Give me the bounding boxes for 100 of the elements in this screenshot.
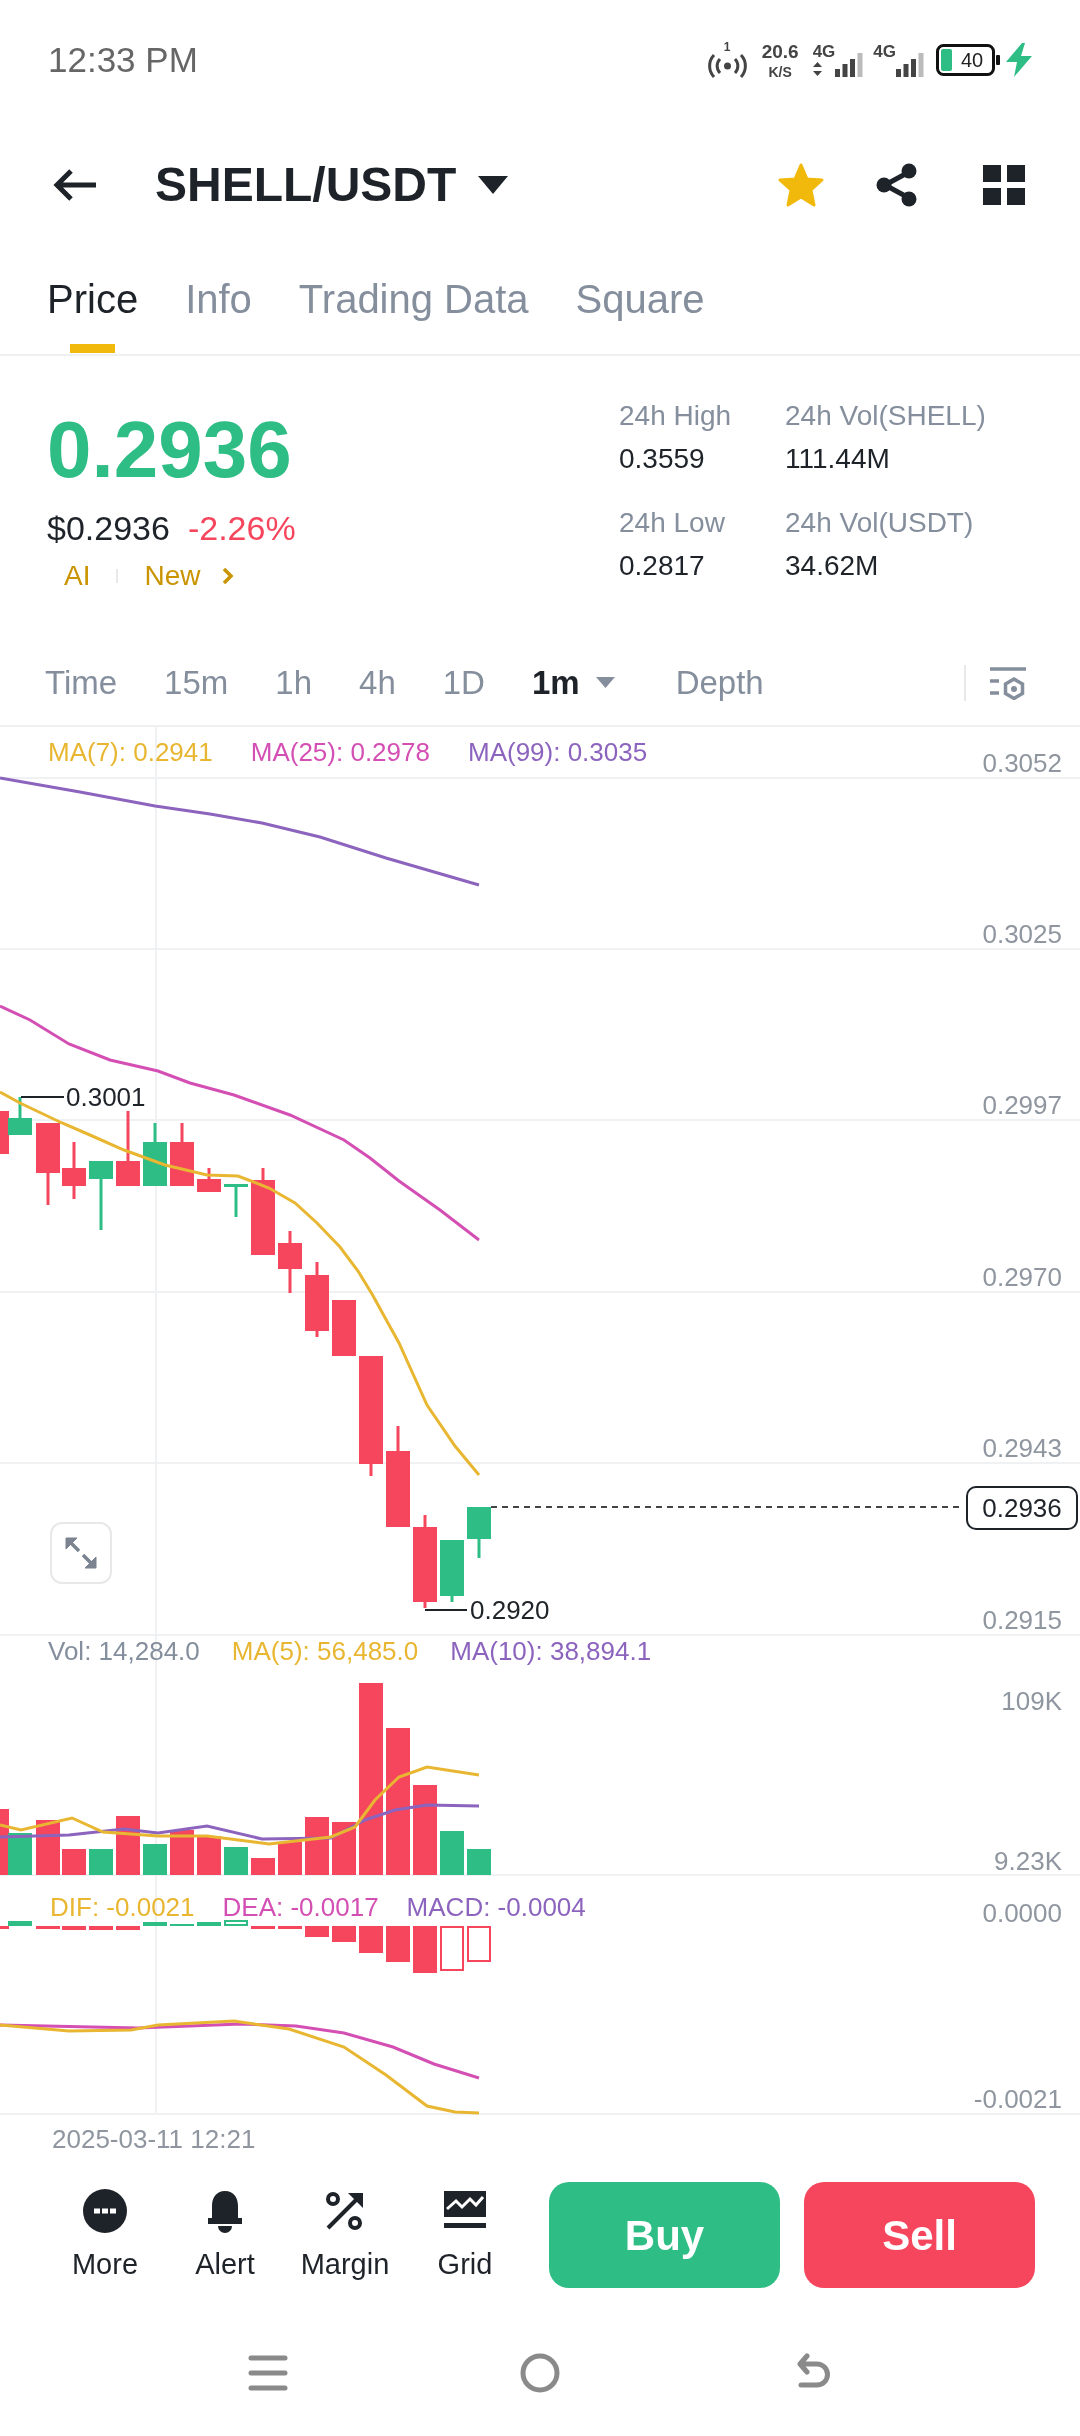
stat-label: 24h Vol(SHELL) <box>785 399 986 433</box>
macd-bar <box>467 1926 491 1962</box>
candlestick <box>467 1507 491 1558</box>
macd-bar <box>386 1926 410 1962</box>
volume-legend: Vol: 14,284.0 <box>48 1635 200 1667</box>
candlestick <box>440 1540 464 1602</box>
stat-label: 24h Vol(USDT) <box>785 506 975 540</box>
grid-button[interactable]: Grid <box>405 2189 525 2281</box>
bell-icon <box>205 2189 245 2233</box>
interval-tab[interactable]: 1D <box>442 662 485 703</box>
star-icon[interactable] <box>778 163 824 207</box>
price-axis-label: 0.3052 <box>982 748 1062 778</box>
charging-bolt-icon <box>1003 43 1033 77</box>
volume-bar <box>440 1831 464 1875</box>
hotspot-count: 1 <box>723 41 731 53</box>
price-change: -2.26% <box>187 508 296 548</box>
signal-icon <box>835 53 864 77</box>
expand-button[interactable] <box>50 1522 112 1584</box>
interval-tab[interactable]: 1m <box>531 662 615 703</box>
menu-icon[interactable] <box>248 2353 288 2393</box>
expand-icon <box>64 1536 98 1570</box>
macd-legend: DIF: -0.0021 <box>50 1891 195 1923</box>
macd-legend: DEA: -0.0017 <box>222 1891 379 1923</box>
volume-legend: MA(10): 38,894.1 <box>450 1635 652 1667</box>
candlestick <box>332 1300 356 1356</box>
tag-link[interactable]: New <box>144 559 201 593</box>
tab[interactable]: Trading Data <box>298 275 529 323</box>
macd-bar <box>413 1926 437 1973</box>
stat-value: 0.2817 <box>619 549 706 583</box>
interval-tab[interactable]: Time <box>45 662 118 703</box>
volume-bar <box>332 1822 356 1875</box>
price-axis-label: 0.2997 <box>982 1090 1062 1120</box>
price-axis-label: 0.3025 <box>982 919 1062 949</box>
pair-selector[interactable]: SHELL/USDT <box>155 157 509 213</box>
grid-chart-icon <box>444 2191 486 2231</box>
price-axis-label: 0.2970 <box>982 1262 1062 1292</box>
percent-arrow-icon <box>324 2190 366 2232</box>
signal-icon <box>896 53 924 77</box>
macd-bar <box>359 1926 383 1953</box>
candlestick <box>197 1168 221 1192</box>
grid-layout-icon[interactable] <box>983 165 1025 205</box>
volume-axis-label: 109K <box>1001 1686 1062 1716</box>
active-tab-underline <box>70 344 116 353</box>
chart-settings-icon[interactable] <box>990 665 1026 700</box>
network-type: 4G <box>812 43 836 60</box>
candlestick <box>224 1184 248 1217</box>
candlestick <box>170 1123 194 1186</box>
macd-bar <box>224 1920 248 1926</box>
candlestick <box>143 1123 167 1186</box>
tag-link[interactable]: AI <box>64 559 91 593</box>
home-icon[interactable] <box>520 2353 560 2393</box>
volume-legend: MA(5): 56,485.0 <box>231 1635 419 1667</box>
caret-down-icon <box>478 176 509 194</box>
volume-bar <box>251 1858 275 1875</box>
chevron-right-icon[interactable] <box>222 567 235 585</box>
candlestick <box>278 1231 302 1293</box>
volume-bar <box>224 1847 248 1875</box>
more-icon <box>83 2189 127 2233</box>
interval-tab[interactable]: 1h <box>275 662 313 703</box>
volume-bar <box>170 1830 194 1875</box>
more-button[interactable]: More <box>45 2189 165 2281</box>
macd-bar <box>332 1926 356 1942</box>
time-axis-label: 2025-03-11 12:21 <box>52 2124 256 2154</box>
volume-bar <box>305 1817 329 1875</box>
candlestick <box>89 1161 113 1230</box>
status-time: 12:33 PM <box>48 38 198 81</box>
share-icon[interactable] <box>875 163 919 207</box>
tab[interactable]: Square <box>575 275 705 323</box>
volume-axis-label: 9.23K <box>994 1846 1062 1876</box>
network-speed-unit: K/S <box>768 64 792 79</box>
caret-down-icon <box>595 677 615 688</box>
macd-bar <box>305 1926 329 1937</box>
leader-line <box>424 1609 468 1611</box>
battery-icon <box>936 44 1000 76</box>
margin-button[interactable]: Margin <box>285 2189 405 2281</box>
stat-label: 24h High <box>619 399 733 433</box>
macd-bar <box>62 1926 86 1930</box>
ma-legend: MA(99): 0.3035 <box>467 736 648 768</box>
ma-legend: MA(25): 0.2978 <box>250 736 430 768</box>
macd-bar <box>36 1926 60 1929</box>
macd-bar <box>143 1922 167 1926</box>
stat-value: 0.3559 <box>619 442 706 476</box>
tab[interactable]: Price <box>47 275 139 353</box>
back-arrow-icon[interactable] <box>52 168 98 202</box>
data-arrows-icon <box>812 62 822 76</box>
macd-bar <box>89 1926 113 1930</box>
interval-tab[interactable]: 15m <box>164 662 229 703</box>
macd-bar <box>251 1926 275 1929</box>
price-axis-label: 0.2915 <box>982 1605 1062 1635</box>
volume-bar <box>89 1849 113 1875</box>
sell-button[interactable]: Sell <box>804 2182 1035 2288</box>
macd-bar <box>440 1926 464 1971</box>
macd-bar <box>116 1926 140 1930</box>
tab[interactable]: Info <box>185 275 252 323</box>
high-price-label: 0.3001 <box>66 1082 146 1112</box>
last-price-tag: 0.2936 <box>966 1486 1078 1530</box>
buy-button[interactable]: Buy <box>549 2182 780 2288</box>
interval-tab[interactable]: Depth <box>675 662 764 703</box>
interval-tab[interactable]: 4h <box>359 662 396 703</box>
alert-button[interactable]: Alert <box>165 2189 285 2281</box>
